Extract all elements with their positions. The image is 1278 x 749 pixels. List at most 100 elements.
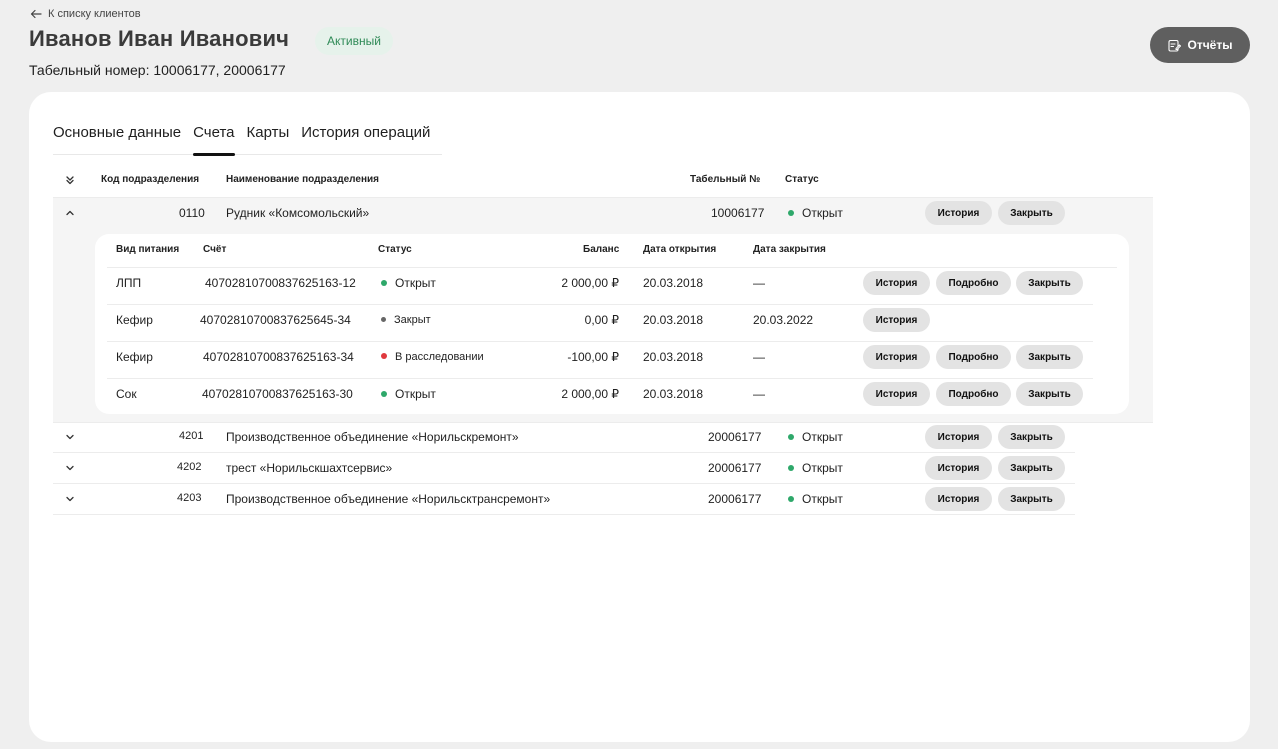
status-dot-icon	[788, 433, 794, 440]
sub-col-header-account: Счёт	[203, 244, 227, 255]
row-name: Производственное объединение «Норильскре…	[226, 430, 519, 444]
history-button[interactable]: История	[863, 382, 930, 406]
page-title: Иванов Иван Иванович	[29, 26, 290, 51]
chevron-up-icon[interactable]	[65, 208, 75, 218]
account-closed: —	[753, 350, 765, 364]
account-closed: —	[753, 276, 765, 290]
account-status: Открыт	[381, 276, 436, 290]
account-type: ЛПП	[116, 276, 142, 290]
account-number: 40702810700837625163-30	[202, 387, 353, 401]
row-name: Рудник «Комсомольский»	[226, 206, 370, 220]
chevron-down-icon[interactable]	[65, 432, 75, 442]
sub-col-header-type: Вид питания	[116, 244, 180, 255]
account-balance: 2 000,00 ₽	[561, 387, 619, 401]
row-status: Открыт	[788, 492, 843, 506]
close-button[interactable]: Закрыть	[1016, 345, 1083, 369]
chevron-down-icon[interactable]	[65, 494, 75, 504]
details-button[interactable]: Подробно	[936, 271, 1011, 295]
row-tabnum: 10006177	[711, 206, 765, 220]
divider	[107, 304, 1093, 305]
close-button[interactable]: Закрыть	[1016, 271, 1083, 295]
row-tabnum: 20006177	[708, 461, 762, 475]
account-number: 40702810700837625163-34	[203, 350, 354, 364]
sub-col-header-status: Статус	[378, 244, 412, 255]
expand-all-icon[interactable]	[65, 175, 75, 185]
row-code: 0110	[179, 206, 205, 220]
tab-bar: Основные данные Счета Карты История опер…	[53, 124, 443, 156]
status-dot-icon	[381, 353, 387, 360]
details-button[interactable]: Подробно	[936, 382, 1011, 406]
status-dot-icon	[788, 209, 794, 216]
history-button[interactable]: История	[863, 308, 930, 332]
row-code: 4201	[179, 430, 204, 442]
account-type: Сок	[116, 387, 137, 401]
status-dot-icon	[381, 316, 386, 322]
col-header-tabnum: Табельный №	[690, 174, 761, 185]
divider	[53, 483, 1075, 484]
history-button[interactable]: История	[925, 487, 992, 511]
tabnum-text: Табельный номер: 10006177, 20006177	[29, 62, 286, 78]
account-status-label: Открыт	[395, 276, 436, 290]
account-opened: 20.03.2018	[643, 313, 704, 327]
sub-col-header-opened: Дата открытия	[643, 244, 717, 255]
sub-col-header-closed: Дата закрытия	[753, 244, 826, 255]
row-status-label: Открыт	[802, 461, 843, 475]
account-balance: -100,00 ₽	[567, 350, 619, 364]
account-number: 40702810700837625645-34	[200, 313, 351, 327]
status-dot-icon	[788, 495, 794, 502]
account-type: Кефир	[116, 350, 153, 364]
account-number: 40702810700837625163-12	[205, 276, 356, 290]
history-button[interactable]: История	[863, 271, 930, 295]
back-link-label: К списку клиентов	[48, 8, 141, 20]
chevron-down-icon[interactable]	[65, 463, 75, 473]
close-button[interactable]: Закрыть	[1016, 382, 1083, 406]
account-opened: 20.03.2018	[643, 387, 704, 401]
account-status-label: Открыт	[395, 387, 436, 401]
tab-cards[interactable]: Карты	[247, 124, 290, 155]
main-card: Основные данные Счета Карты История опер…	[29, 92, 1250, 742]
tab-main-data[interactable]: Основные данные	[53, 124, 181, 155]
row-status-label: Открыт	[802, 430, 843, 444]
reports-button-label: Отчёты	[1187, 38, 1233, 52]
divider	[53, 452, 1075, 453]
account-closed: 20.03.2022	[753, 313, 814, 327]
history-button[interactable]: История	[925, 425, 992, 449]
close-button[interactable]: Закрыть	[998, 456, 1065, 480]
divider	[107, 341, 1093, 342]
account-balance: 0,00 ₽	[584, 313, 619, 327]
account-status-label: В расследовании	[395, 351, 484, 363]
account-status-label: Закрыт	[394, 314, 431, 326]
row-code: 4202	[177, 461, 202, 473]
status-dot-icon	[381, 280, 387, 287]
reports-button[interactable]: Отчёты	[1150, 27, 1250, 63]
account-opened: 20.03.2018	[643, 276, 704, 290]
account-status: Закрыт	[381, 314, 431, 326]
history-button[interactable]: История	[925, 456, 992, 480]
account-closed: —	[753, 387, 765, 401]
details-button[interactable]: Подробно	[936, 345, 1011, 369]
row-name: трест «Норильскшахтсервис»	[226, 461, 393, 475]
row-status: Открыт	[788, 206, 843, 220]
tab-operations-history[interactable]: История операций	[301, 124, 430, 155]
history-button[interactable]: История	[863, 345, 930, 369]
divider	[107, 378, 1093, 379]
row-code: 4203	[177, 492, 202, 504]
divider	[53, 422, 1153, 423]
close-button[interactable]: Закрыть	[998, 487, 1065, 511]
back-to-clients-link[interactable]: К списку клиентов	[30, 8, 141, 20]
account-status: Открыт	[381, 387, 436, 401]
close-button[interactable]: Закрыть	[998, 201, 1065, 225]
status-dot-icon	[381, 391, 387, 398]
row-status: Открыт	[788, 430, 843, 444]
row-tabnum: 20006177	[708, 492, 762, 506]
row-status-label: Открыт	[802, 492, 843, 506]
row-status-label: Открыт	[802, 206, 843, 220]
report-edit-icon	[1167, 39, 1181, 52]
close-button[interactable]: Закрыть	[998, 425, 1065, 449]
arrow-left-icon	[30, 9, 42, 19]
row-name: Производственное объединение «Норильсктр…	[226, 492, 551, 506]
row-status: Открыт	[788, 461, 843, 475]
sub-col-header-balance: Баланс	[583, 244, 620, 255]
tab-accounts[interactable]: Счета	[193, 124, 235, 156]
history-button[interactable]: История	[925, 201, 992, 225]
